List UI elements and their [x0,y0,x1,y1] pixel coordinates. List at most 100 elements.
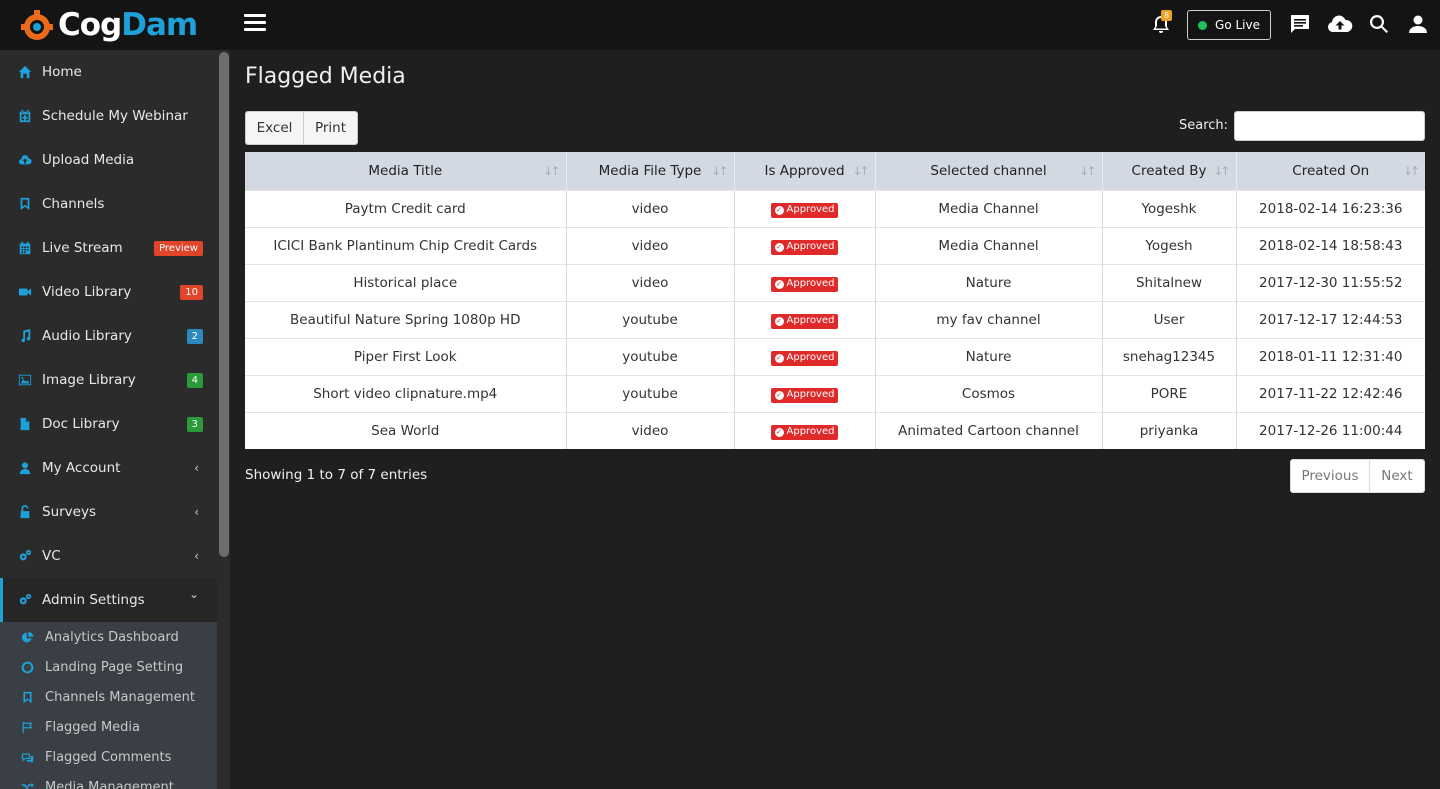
sidebar-scrollbar-thumb[interactable] [219,52,229,557]
cell-channel: Media Channel [875,226,1103,264]
subnav-item-channels-management[interactable]: Channels Management [0,682,217,712]
bookmark-icon [18,197,32,211]
approved-button[interactable]: ✓ Approved [770,239,839,255]
cell-media-title: ICICI Bank Plantinum Chip Credit Cards [245,226,567,264]
column-header-selected-channel[interactable]: Selected channel ↓↑ [875,152,1103,190]
sort-icon: ↓↑ [543,164,560,178]
notification-bell-icon[interactable]: 8 [1150,10,1172,35]
calendar-icon [18,241,32,255]
approved-button[interactable]: ✓ Approved [770,424,839,440]
page-title: Flagged Media [245,64,406,89]
column-header-media-file-type[interactable]: Media File Type ↓↑ [566,152,735,190]
cell-file-type: video [566,263,735,301]
menu-toggle-icon[interactable] [244,14,266,34]
column-header-is-approved[interactable]: Is Approved ↓↑ [734,152,876,190]
sidebar-item-schedule-webinar[interactable]: Schedule My Webinar [0,94,217,138]
approved-button[interactable]: ✓ Approved [770,202,839,218]
table-row: Sea World video ✓ Approved Animated Carto… [245,411,1425,449]
sidebar-item-image-library[interactable]: Image Library 4 [0,358,217,402]
column-header-created-by[interactable]: Created By ↓↑ [1102,152,1237,190]
sidebar-item-doc-library[interactable]: Doc Library 3 [0,402,217,446]
sidebar-item-video-library[interactable]: Video Library 10 [0,270,217,314]
user-icon [18,461,32,475]
cell-created-on: 2017-12-30 11:55:52 [1236,263,1425,301]
sort-icon: ↓↑ [1213,164,1230,178]
check-circle-icon: ✓ [774,353,784,363]
export-buttons: Excel Print [245,111,358,145]
cell-file-type: video [566,226,735,264]
approved-button[interactable]: ✓ Approved [770,350,839,366]
count-badge: 4 [186,372,203,388]
sidebar-item-surveys[interactable]: Surveys ‹ [0,490,217,534]
sort-icon: ↓↑ [852,164,869,178]
cell-created-by: User [1102,300,1237,338]
home-icon [18,65,32,79]
subnav-item-analytics-dashboard[interactable]: Analytics Dashboard [0,622,217,652]
table-row: Beautiful Nature Spring 1080p HD youtube… [245,300,1425,338]
cell-created-by: Shitalnew [1102,263,1237,301]
chevron-left-icon: ‹ [194,505,199,519]
chevron-left-icon: ‹ [194,461,199,475]
check-circle-icon: ✓ [774,316,784,326]
sidebar-item-admin-settings[interactable]: Admin Settings ⌄ [0,578,217,622]
column-header-media-title[interactable]: Media Title ↓↑ [245,152,567,190]
topbar: 8 Go Live [230,0,1440,50]
page-scrollbar[interactable] [1430,50,1440,789]
subnav-item-landing-page-setting[interactable]: Landing Page Setting [0,652,217,682]
approved-button[interactable]: ✓ Approved [770,276,839,292]
table-row: ICICI Bank Plantinum Chip Credit Cards v… [245,226,1425,264]
print-button[interactable]: Print [304,111,358,145]
cell-created-on: 2018-02-14 16:23:36 [1236,189,1425,227]
video-camera-icon [18,285,32,299]
cell-created-on: 2018-02-14 18:58:43 [1236,226,1425,264]
cell-created-by: priyanka [1102,411,1237,449]
sidebar-item-live-stream[interactable]: Live Stream Preview [0,226,217,270]
search-input[interactable] [1234,111,1425,141]
logo[interactable]: CogDam [0,0,230,50]
cell-approval: ✓ Approved [734,189,876,227]
user-profile-icon[interactable] [1407,13,1429,35]
column-header-created-on[interactable]: Created On ↓↑ [1236,152,1425,190]
cell-created-on: 2017-12-26 11:00:44 [1236,411,1425,449]
sort-icon: ↓↑ [1079,164,1096,178]
subnav-item-flagged-media[interactable]: Flagged Media [0,712,217,742]
search-icon[interactable] [1368,13,1390,35]
subnav-item-flagged-comments[interactable]: Flagged Comments [0,742,217,772]
previous-page-button[interactable]: Previous [1290,459,1370,493]
sidebar-item-vc[interactable]: VC ‹ [0,534,217,578]
approved-button[interactable]: ✓ Approved [770,387,839,403]
search-label: Search: [1179,118,1229,133]
sidebar-item-channels[interactable]: Channels [0,182,217,226]
cell-created-by: snehag12345 [1102,337,1237,375]
cell-created-on: 2017-12-17 12:44:53 [1236,300,1425,338]
cell-channel: Animated Cartoon channel [875,411,1103,449]
cell-file-type: youtube [566,300,735,338]
sidebar-item-home[interactable]: Home [0,50,217,94]
next-page-button[interactable]: Next [1370,459,1425,493]
cell-channel: Nature [875,263,1103,301]
cell-file-type: youtube [566,374,735,412]
cell-approval: ✓ Approved [734,411,876,449]
sidebar-item-upload-media[interactable]: Upload Media [0,138,217,182]
cell-media-title: Paytm Credit card [245,189,567,227]
preview-badge: Preview [154,240,203,256]
sidebar-item-my-account[interactable]: My Account ‹ [0,446,217,490]
cloud-upload-icon[interactable] [1327,13,1353,35]
check-circle-icon: ✓ [774,427,784,437]
approved-button[interactable]: ✓ Approved [770,313,839,329]
cell-created-by: PORE [1102,374,1237,412]
sidebar-item-audio-library[interactable]: Audio Library 2 [0,314,217,358]
excel-button[interactable]: Excel [245,111,304,145]
cell-approval: ✓ Approved [734,263,876,301]
cell-approval: ✓ Approved [734,300,876,338]
flag-icon [20,720,34,734]
subnav-item-media-management[interactable]: Media Management [0,772,217,789]
chat-icon[interactable] [1289,13,1311,35]
cell-created-on: 2018-01-11 12:31:40 [1236,337,1425,375]
table-info: Showing 1 to 7 of 7 entries [245,467,428,483]
check-circle-icon: ✓ [774,205,784,215]
count-badge: 2 [186,328,203,344]
table-row: Historical place video ✓ Approved Nature … [245,263,1425,301]
cell-created-by: Yogesh [1102,226,1237,264]
go-live-button[interactable]: Go Live [1187,10,1271,40]
